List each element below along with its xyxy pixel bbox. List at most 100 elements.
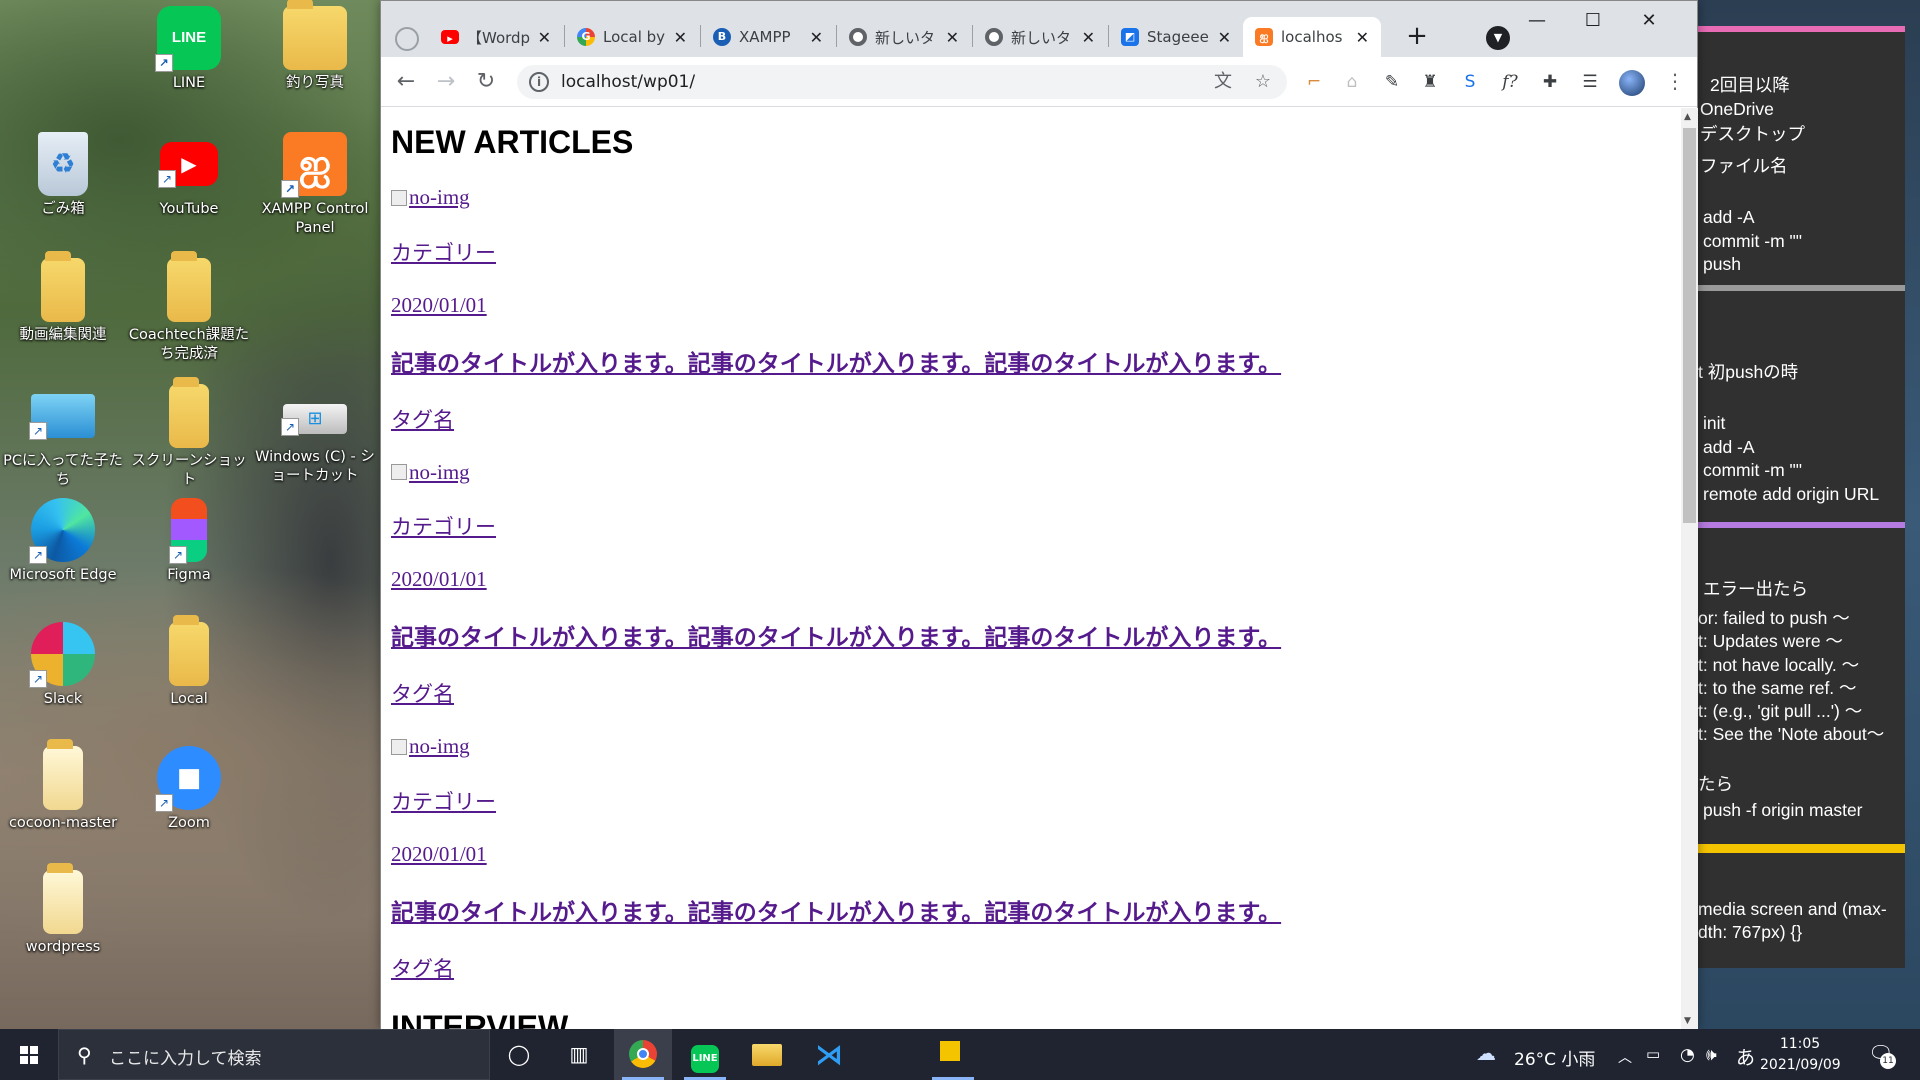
tab-label: XAMPP: [739, 28, 791, 46]
translate-icon[interactable]: 文: [1211, 70, 1235, 94]
tab-5[interactable]: ◩ Stageee ✕: [1109, 17, 1243, 57]
article-tag-link[interactable]: タグ名: [391, 678, 454, 708]
scrollbar-thumb[interactable]: [1683, 128, 1696, 523]
task-view-button[interactable]: ▥: [550, 1029, 608, 1080]
tab-6-active[interactable]: ஐ localhos ✕: [1243, 17, 1381, 57]
article-image-link[interactable]: no-img: [391, 734, 470, 759]
note-line: OneDrive: [1700, 99, 1774, 119]
desktop-icon-fishing-photos[interactable]: 釣り写真: [252, 0, 378, 93]
sticky-notes-window[interactable]: 2回目以降 OneDrive デスクトップ ファイル名 add -A commi…: [1698, 26, 1905, 968]
desktop-icon-coachtech[interactable]: Coachtech課題たち完成済: [126, 251, 252, 364]
youtube-icon: ▸: [441, 30, 459, 45]
desktop-icon-pc-folder[interactable]: ↗ PCに入ってた子たち: [0, 384, 126, 490]
extensions-puzzle-icon[interactable]: ✚: [1537, 69, 1563, 95]
ime-indicator[interactable]: あ: [1736, 1043, 1755, 1070]
tab-2[interactable]: B XAMPP ✕: [701, 17, 835, 57]
weather-text[interactable]: 26°C 小雨: [1514, 1045, 1595, 1070]
menu-kebab-icon[interactable]: ⋮: [1665, 69, 1685, 93]
desktop-icon-line[interactable]: LINE ↗ LINE: [126, 6, 252, 93]
tab-search-history[interactable]: [389, 19, 425, 59]
desktop-icon-figma[interactable]: ↗ Figma: [126, 498, 252, 585]
eyedropper-icon[interactable]: ✎: [1379, 69, 1405, 95]
close-icon[interactable]: ✕: [1082, 28, 1095, 47]
desktop-icon-windows-c[interactable]: ⊞ ↗ Windows (C) - ショートカット: [252, 384, 378, 486]
browser-window[interactable]: ▸ 【Wordp ✕ G Local by ✕ B XAMPP ✕ 新しいタ ✕…: [380, 0, 1698, 1030]
desktop-icon-zoom[interactable]: ■ ↗ Zoom: [126, 746, 252, 833]
article-date-link[interactable]: 2020/01/01: [391, 842, 487, 867]
article-category-link[interactable]: カテゴリー: [391, 237, 496, 267]
extension-s-icon[interactable]: S: [1457, 69, 1483, 95]
article-date-link[interactable]: 2020/01/01: [391, 293, 487, 318]
close-icon[interactable]: ✕: [946, 28, 959, 47]
page-scrollbar[interactable]: ▲ ▼: [1681, 108, 1698, 1030]
chevron-up-icon[interactable]: ︿: [1618, 1047, 1632, 1067]
browser-toolbar: ← → ↻ i localhost/wp01/ 文 ☆ ⌐ ⌂ ✎ ♜ S f?…: [381, 57, 1697, 107]
cortana-button[interactable]: ◯: [490, 1029, 548, 1080]
close-window-button[interactable]: ✕: [1621, 5, 1677, 37]
extension-stamp-icon[interactable]: ♜: [1417, 69, 1443, 95]
profile-avatar[interactable]: [1619, 70, 1645, 96]
battery-icon[interactable]: ▭: [1646, 1045, 1660, 1063]
taskbar-vscode[interactable]: ⋊: [800, 1029, 858, 1080]
article-tag-link[interactable]: タグ名: [391, 953, 454, 983]
tab-0[interactable]: ▸ 【Wordp ✕: [429, 17, 563, 57]
maximize-button[interactable]: ☐: [1565, 5, 1621, 37]
extension-ruler-icon[interactable]: ⌐: [1301, 69, 1327, 95]
article-category-link[interactable]: カテゴリー: [391, 786, 496, 816]
article-tag-link[interactable]: タグ名: [391, 404, 454, 434]
desktop-icon-xampp[interactable]: ஐ ↗ XAMPP Control Panel: [252, 132, 378, 238]
close-icon[interactable]: ✕: [1356, 28, 1369, 47]
close-icon[interactable]: ✕: [810, 28, 823, 47]
bookmark-star-icon[interactable]: ☆: [1251, 70, 1275, 94]
desktop-icon-wordpress[interactable]: wordpress: [0, 863, 126, 957]
article-title-link[interactable]: 記事のタイトルが入ります。記事のタイトルが入ります。記事のタイトルが入ります。: [391, 893, 1281, 927]
close-icon[interactable]: ✕: [674, 28, 687, 47]
close-icon[interactable]: ✕: [538, 28, 551, 47]
figma-icon: ↗: [169, 498, 207, 564]
desktop-icon-video-editing[interactable]: 動画編集関連: [0, 251, 126, 345]
article-image-link[interactable]: no-img: [391, 460, 470, 485]
tab-4[interactable]: 新しいタ ✕: [973, 17, 1107, 57]
b-icon: B: [713, 28, 731, 46]
article-title-link[interactable]: 記事のタイトルが入ります。記事のタイトルが入ります。記事のタイトルが入ります。: [391, 618, 1281, 652]
note-line: commit -m "": [1703, 231, 1802, 251]
reading-list-icon[interactable]: ☰: [1577, 69, 1603, 95]
close-icon[interactable]: ✕: [1218, 28, 1231, 47]
tab-1[interactable]: G Local by ✕: [565, 17, 699, 57]
forward-button[interactable]: →: [429, 65, 463, 99]
desktop-icon-edge[interactable]: ↗ Microsoft Edge: [0, 498, 126, 585]
article-title-link[interactable]: 記事のタイトルが入ります。記事のタイトルが入ります。記事のタイトルが入ります。: [391, 344, 1281, 378]
back-button[interactable]: ←: [389, 65, 423, 99]
desktop-icon-label: Zoom: [168, 815, 210, 831]
desktop-icon-local[interactable]: Local: [126, 615, 252, 709]
address-bar[interactable]: i localhost/wp01/ 文 ☆: [517, 65, 1287, 99]
taskbar-line[interactable]: LINE: [676, 1029, 734, 1080]
scroll-down-icon[interactable]: ▼: [1684, 1016, 1691, 1026]
desktop-icon-youtube[interactable]: ▶ ↗ YouTube: [126, 132, 252, 219]
article-image-link[interactable]: no-img: [391, 185, 470, 210]
font-finder-icon[interactable]: f?: [1497, 69, 1523, 95]
start-button[interactable]: [0, 1029, 58, 1080]
scroll-up-icon[interactable]: ▲: [1684, 112, 1691, 122]
new-tab-button[interactable]: +: [1401, 21, 1433, 53]
tab-3[interactable]: 新しいタ ✕: [837, 17, 971, 57]
tab-search-button[interactable]: ▼: [1486, 26, 1510, 50]
taskbar-file-explorer[interactable]: [738, 1029, 796, 1080]
notification-center-icon[interactable]: 🗨 11: [1868, 1041, 1896, 1069]
wifi-icon[interactable]: ◔: [1680, 1045, 1695, 1065]
taskbar-clock[interactable]: 11:05 2021/09/09: [1760, 1034, 1841, 1076]
taskbar-search-box[interactable]: ⚲ ここに入力して検索: [58, 1029, 490, 1080]
article-category-link[interactable]: カテゴリー: [391, 511, 496, 541]
reload-button[interactable]: ↻: [469, 65, 503, 99]
info-icon[interactable]: i: [529, 72, 549, 92]
taskbar-chrome[interactable]: [614, 1029, 672, 1080]
article-date-link[interactable]: 2020/01/01: [391, 567, 487, 592]
desktop-icon-recycle-bin[interactable]: ♻ ごみ箱: [0, 132, 126, 219]
desktop-icon-slack[interactable]: ↗ Slack: [0, 622, 126, 709]
desktop-icon-cocoon-master[interactable]: cocoon-master: [0, 739, 126, 833]
minimize-button[interactable]: —: [1509, 5, 1565, 37]
desktop-icon-screenshots[interactable]: スクリーンショット: [126, 377, 252, 490]
volume-icon[interactable]: 🕪: [1706, 1045, 1717, 1065]
taskbar-sticky-notes[interactable]: [924, 1029, 982, 1080]
extension-bookmark-icon[interactable]: ⌂: [1339, 69, 1365, 95]
